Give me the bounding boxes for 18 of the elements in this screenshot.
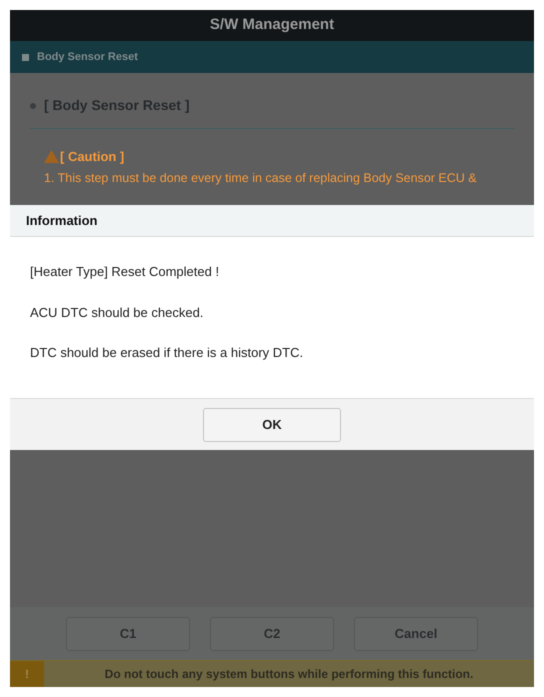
alert-icon: !: [10, 661, 44, 687]
caution-text: 1. This step must be done every time in case of replacing Body Sensor ECU &: [44, 170, 478, 187]
section-label: Body Sensor Reset: [37, 50, 138, 65]
dialog-message: [Heater Type] Reset Completed !: [30, 263, 220, 281]
dialog-message: ACU DTC should be checked.: [30, 304, 204, 322]
ok-button[interactable]: OK: [203, 408, 341, 442]
caution-title: [ Caution ]: [60, 148, 124, 166]
warning-icon: [44, 150, 59, 164]
action-button[interactable]: C1: [66, 616, 190, 650]
action-button[interactable]: C2: [210, 616, 334, 650]
footer-message: Do not touch any system buttons while performing this function.: [104, 666, 474, 683]
dialog-message: DTC should be erased if there is a history DTC.: [30, 344, 304, 362]
dialog-title: Information: [26, 212, 98, 230]
window-title: S/W Management: [210, 15, 334, 36]
action-button[interactable]: Cancel: [354, 616, 478, 650]
square-icon: [22, 54, 29, 60]
bullet-icon: [30, 102, 36, 108]
content-heading: [ Body Sensor Reset ]: [44, 96, 190, 115]
